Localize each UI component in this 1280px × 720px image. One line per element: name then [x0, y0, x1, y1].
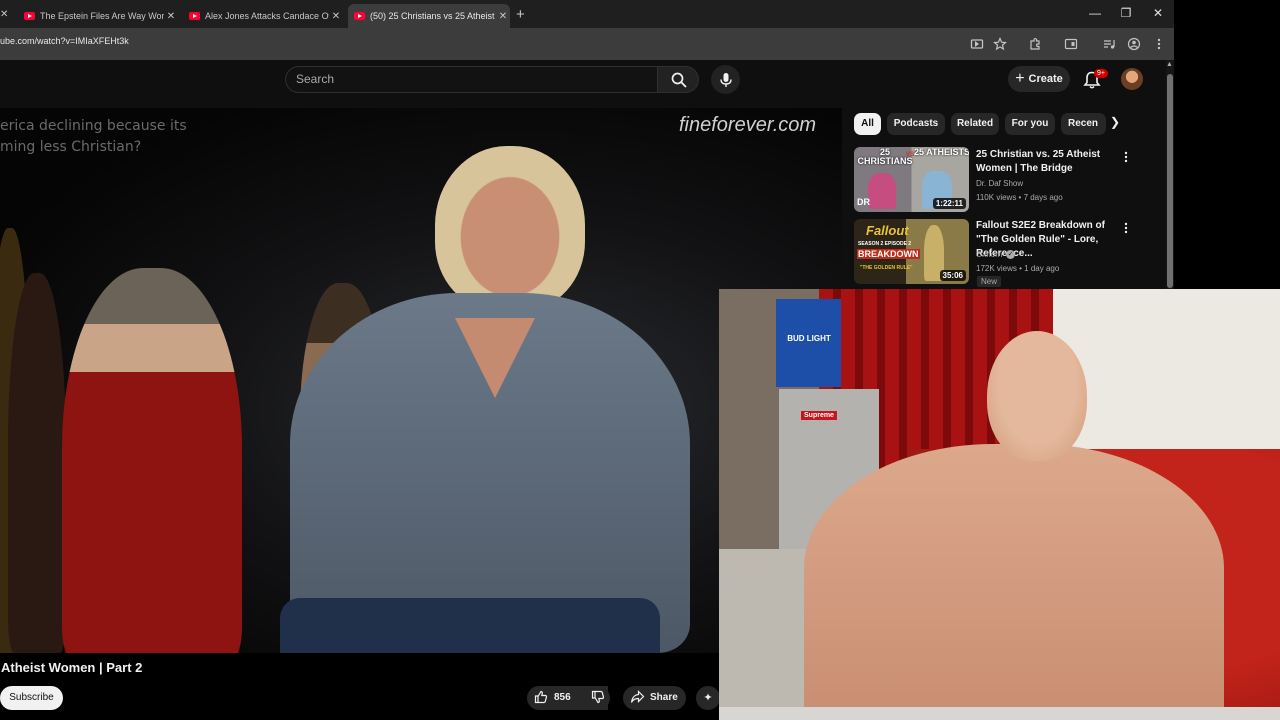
video-duration: 35:06	[939, 270, 966, 281]
thumbs-down-icon	[591, 690, 605, 704]
search-box[interactable]	[285, 66, 657, 93]
audience-figure	[8, 273, 66, 653]
star-icon[interactable]	[993, 37, 1007, 51]
sparkle-icon: ✦	[703, 692, 713, 704]
youtube-favicon-icon	[189, 12, 200, 20]
search-icon	[671, 72, 687, 88]
thumbnail-text: BREAKDOWN	[857, 249, 920, 259]
supreme-sticker: Supreme	[801, 411, 837, 420]
scrollbar-thumb[interactable]	[1167, 74, 1173, 288]
tab-close-icon[interactable]: ✕	[0, 9, 8, 20]
beer-box-label: BUD LIGHT	[787, 334, 831, 343]
youtube-favicon-icon	[354, 12, 365, 20]
like-count: 856	[554, 692, 571, 703]
plus-icon: +	[1015, 70, 1025, 87]
ask-sparkle-button[interactable]: ✦	[696, 686, 720, 710]
chip-related[interactable]: Related	[951, 113, 999, 135]
related-video-channel[interactable]: Dr. Daf Show	[976, 179, 1023, 188]
webcam-person-body	[804, 444, 1224, 720]
maximize-button[interactable]: ❐	[1116, 6, 1136, 20]
tab-close-icon[interactable]: ✕	[496, 11, 510, 22]
thumbnail-text: Fallout	[866, 223, 909, 238]
verified-check-icon: ✓	[1006, 250, 1015, 259]
share-label: Share	[650, 692, 678, 703]
new-tab-button[interactable]: +	[516, 6, 525, 23]
sidepanel-icon[interactable]	[1064, 37, 1078, 51]
chip-for-you[interactable]: For you	[1005, 113, 1055, 135]
create-label: Create	[1028, 73, 1063, 85]
webcam-overlay: Supreme BUD LIGHT	[719, 289, 1280, 720]
scroll-up-arrow-icon[interactable]: ▲	[1166, 61, 1173, 68]
thumbs-up-icon	[534, 690, 548, 704]
related-video-meta: 172K views • 1 day ago	[976, 264, 1060, 273]
channel-logo: DR	[857, 197, 870, 207]
related-video-channel[interactable]: Oxhorn	[976, 250, 1002, 259]
search-button[interactable]	[657, 66, 699, 93]
tab-close-icon[interactable]: ✕	[164, 11, 178, 22]
chevron-right-icon[interactable]: ❯	[1110, 115, 1120, 129]
minimize-button[interactable]: —	[1085, 6, 1105, 20]
microphone-icon	[719, 72, 732, 87]
create-button[interactable]: + Create	[1008, 66, 1070, 92]
speaker-head	[435, 146, 585, 311]
extensions-icon[interactable]	[1028, 37, 1042, 51]
profile-icon[interactable]	[1127, 37, 1141, 51]
media-icon[interactable]	[1102, 37, 1116, 51]
thumbnail-vs: VS	[906, 152, 915, 158]
subscribe-button[interactable]: Subscribe	[0, 686, 63, 710]
video-title: Atheist Women | Part 2	[1, 660, 143, 675]
related-video-meta: 110K views • 7 days ago	[976, 193, 1063, 202]
thumbnail-text: SEASON 2 EPISODE 2	[858, 241, 912, 247]
new-badge: New	[977, 276, 1002, 287]
related-video-title[interactable]: 25 Christian vs. 25 Atheist Women | The …	[976, 148, 1118, 176]
speaker-jeans	[280, 598, 660, 653]
audience-figure	[62, 268, 242, 653]
tab-label: The Epstein Files Are Way Wors	[40, 11, 164, 21]
thumbnail-text: 25 ATHEISTS	[914, 147, 969, 157]
tab-epstein-files[interactable]: The Epstein Files Are Way Wors ✕	[18, 4, 178, 28]
video-thumbnail[interactable]: 25 CHRISTIANS VS 25 ATHEISTS DR 1:22:11	[854, 147, 969, 212]
tab-close-icon[interactable]: ✕	[329, 11, 343, 22]
window-close-button[interactable]: ✕	[1148, 6, 1168, 20]
video-duration: 1:22:11	[932, 198, 966, 209]
more-options-icon[interactable]	[1121, 221, 1131, 235]
account-avatar[interactable]	[1121, 68, 1143, 90]
chip-all[interactable]: All	[854, 113, 881, 135]
tab-label: (50) 25 Christians vs 25 Atheist	[370, 11, 495, 21]
cast-icon[interactable]	[970, 37, 984, 51]
share-arrow-icon	[630, 690, 645, 703]
tab-label: Alex Jones Attacks Candace Ow	[205, 11, 329, 21]
more-options-icon[interactable]	[1121, 150, 1131, 164]
menu-icon[interactable]	[1152, 37, 1166, 51]
youtube-favicon-icon	[24, 12, 35, 20]
keyboard	[719, 707, 1280, 720]
chip-podcasts[interactable]: Podcasts	[887, 113, 945, 135]
video-thumbnail[interactable]: Fallout SEASON 2 EPISODE 2 BREAKDOWN "TH…	[854, 219, 969, 284]
chip-recent[interactable]: Recen	[1061, 113, 1106, 135]
tab-alex-jones[interactable]: Alex Jones Attacks Candace Ow ✕	[183, 4, 343, 28]
video-player[interactable]	[0, 108, 842, 653]
thumbnail-person	[868, 173, 896, 209]
thumbnail-text: "THE GOLDEN RULE"	[860, 265, 913, 271]
voice-search-button[interactable]	[711, 65, 740, 94]
webcam-person-head	[987, 331, 1087, 461]
video-watermark: fineforever.com	[679, 114, 817, 136]
search-input[interactable]: Search	[296, 72, 334, 86]
notification-count-badge: 9+	[1094, 69, 1108, 78]
beer-box	[776, 299, 841, 387]
video-caption-text: erica declining because its ming less Ch…	[0, 118, 187, 155]
tab-christians-vs-atheists[interactable]: (50) 25 Christians vs 25 Atheist ✕	[348, 4, 510, 28]
url-field[interactable]: ube.com/watch?v=IMIaXFEHt3k	[0, 36, 129, 46]
